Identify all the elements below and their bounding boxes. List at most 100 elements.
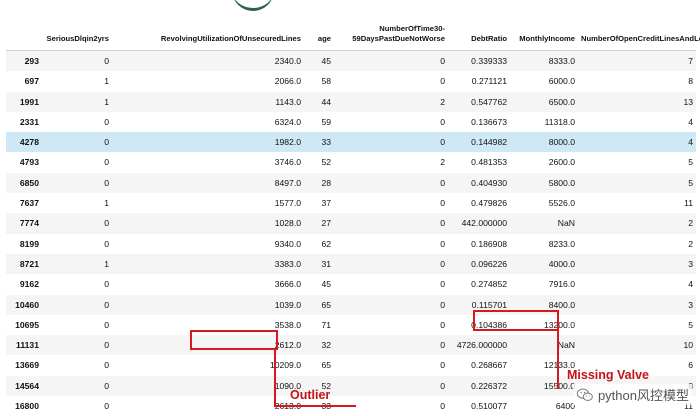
table-cell: 0.479826	[448, 193, 510, 213]
table-cell: 65	[304, 355, 334, 375]
table-cell: 0	[334, 234, 448, 254]
table-cell: 9340.0	[112, 234, 304, 254]
table-cell: 1	[42, 254, 112, 274]
table-cell: 7	[578, 51, 696, 72]
table-cell: 44	[304, 92, 334, 112]
table-row: 777401028.0270442.000000NaN2	[6, 213, 696, 233]
outlier-highlight-box	[190, 330, 278, 350]
table-cell: 5	[578, 173, 696, 193]
row-index-cell: 16800	[6, 396, 42, 416]
table-cell: 27	[304, 213, 334, 233]
row-index-cell: 697	[6, 71, 42, 91]
table-cell: 0	[42, 132, 112, 152]
row-index-cell: 1991	[6, 92, 42, 112]
table-cell: 5	[578, 315, 696, 335]
table-cell: 0	[334, 274, 448, 294]
row-index-cell: 293	[6, 51, 42, 72]
table-cell: 33	[304, 132, 334, 152]
table-cell: 1143.0	[112, 92, 304, 112]
table-cell: 3	[578, 254, 696, 274]
table-cell: 2	[334, 152, 448, 172]
table-cell: 8497.0	[112, 173, 304, 193]
table-cell: 1	[42, 71, 112, 91]
table-cell: 32	[304, 335, 334, 355]
row-index-cell: 11131	[6, 335, 42, 355]
table-cell: 1982.0	[112, 132, 304, 152]
column-header: NumberOfTime30- 59DaysPastDueNotWorse	[334, 18, 448, 51]
table-cell: 0	[334, 112, 448, 132]
column-header: RevolvingUtilizationOfUnsecuredLines	[112, 18, 304, 51]
table-cell: 11	[578, 193, 696, 213]
table-cell: 6500.0	[510, 92, 578, 112]
table-row: 763711577.03700.4798265526.011	[6, 193, 696, 213]
table-cell: 4726.000000	[448, 335, 510, 355]
table-cell: NaN	[510, 213, 578, 233]
table-cell: 7916.0	[510, 274, 578, 294]
data-table: SeriousDlqin2yrsRevolvingUtilizationOfUn…	[6, 18, 696, 416]
table-cell: 37	[304, 193, 334, 213]
row-index-cell: 13669	[6, 355, 42, 375]
table-cell: 0	[42, 295, 112, 315]
table-row: 479303746.05220.4813532600.05	[6, 152, 696, 172]
table-cell: 0	[334, 51, 448, 72]
row-index-cell: 7774	[6, 213, 42, 233]
table-cell: 0	[42, 213, 112, 233]
table-cell: 0.404930	[448, 173, 510, 193]
table-cell: 0	[334, 71, 448, 91]
table-cell: 45	[304, 274, 334, 294]
decorative-arc	[232, 0, 274, 11]
missing-value-highlight-box	[473, 310, 559, 331]
table-cell: 2	[334, 92, 448, 112]
row-index-cell: 8199	[6, 234, 42, 254]
row-index-cell: 14564	[6, 376, 42, 396]
table-row: 1069503538.07100.10438613200.05	[6, 315, 696, 335]
table-cell: 0	[42, 173, 112, 193]
missing-connector-line	[557, 329, 559, 389]
table-cell: 6000.0	[510, 71, 578, 91]
table-row: 233106324.05900.13667311318.04	[6, 112, 696, 132]
table-cell: 442.000000	[448, 213, 510, 233]
table-row: 872113383.03100.0962264000.03	[6, 254, 696, 274]
table-cell: 1	[42, 193, 112, 213]
table-cell: 31	[304, 254, 334, 274]
table-row: 819909340.06200.1869088233.02	[6, 234, 696, 254]
row-index-cell: 8721	[6, 254, 42, 274]
table-cell: 5800.0	[510, 173, 578, 193]
column-header: DebtRatio	[448, 18, 510, 51]
table-row: 69712066.05800.2711216000.08	[6, 71, 696, 91]
index-header	[6, 18, 42, 51]
table-cell: 2340.0	[112, 51, 304, 72]
table-row: 1113102612.03204726.000000NaN10	[6, 335, 696, 355]
table-cell: 0.186908	[448, 234, 510, 254]
table-cell: 2600.0	[510, 152, 578, 172]
table-row: 916203666.04500.2748527916.04	[6, 274, 696, 294]
row-index-cell: 7637	[6, 193, 42, 213]
watermark-text: python风控模型	[598, 385, 689, 404]
table-row: 199111143.04420.5477626500.013	[6, 92, 696, 112]
table-cell: 6324.0	[112, 112, 304, 132]
watermark: python风控模型	[573, 384, 692, 405]
outlier-underline	[274, 405, 356, 407]
table-row: 29302340.04500.3393338333.07	[6, 51, 696, 72]
table-cell: 6400	[510, 396, 578, 416]
table-cell: 45	[304, 51, 334, 72]
table-cell: 2	[578, 234, 696, 254]
table-cell: 2066.0	[112, 71, 304, 91]
table-row: 1046001039.06500.1157018400.03	[6, 295, 696, 315]
table-cell: 8000.0	[510, 132, 578, 152]
table-cell: 0.510077	[448, 396, 510, 416]
table-header-row: SeriousDlqin2yrsRevolvingUtilizationOfUn…	[6, 18, 696, 51]
table-cell: 8	[578, 71, 696, 91]
table-cell: 0	[334, 193, 448, 213]
table-cell: 8233.0	[510, 234, 578, 254]
table-cell: 0	[42, 335, 112, 355]
table-cell: 0.274852	[448, 274, 510, 294]
table-cell: 0	[42, 355, 112, 375]
table-cell: 5	[578, 152, 696, 172]
table-cell: 52	[304, 152, 334, 172]
wechat-icon	[576, 388, 594, 402]
table-cell: 4	[578, 274, 696, 294]
table-cell: 0	[334, 254, 448, 274]
table-cell: 5526.0	[510, 193, 578, 213]
table-cell: 1577.0	[112, 193, 304, 213]
